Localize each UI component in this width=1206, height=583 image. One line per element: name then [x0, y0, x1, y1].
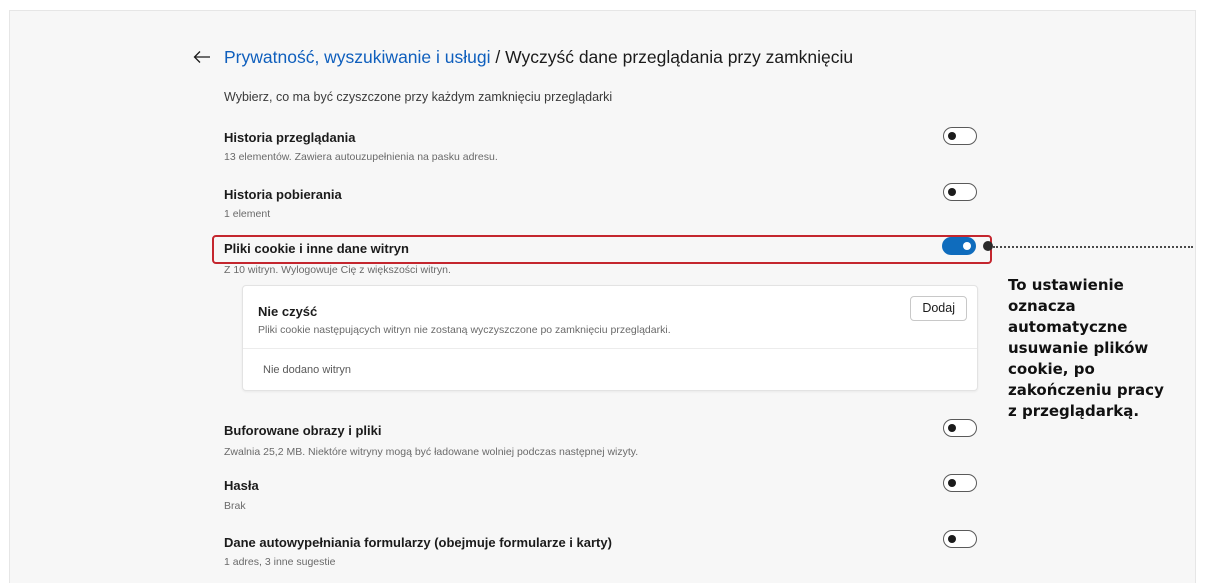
setting-title-autofill: Dane autowypełniania formularzy (obejmuj…	[224, 535, 612, 550]
breadcrumb: Prywatność, wyszukiwanie i usługi / Wycz…	[224, 47, 853, 68]
toggle-autofill[interactable]	[943, 530, 977, 548]
toggle-knob	[948, 478, 956, 487]
annotation-line: automatyczne	[1008, 318, 1128, 336]
exceptions-title: Nie czyść	[258, 304, 318, 319]
toggle-cached-images[interactable]	[943, 419, 977, 437]
setting-title-cookies: Pliki cookie i inne dane witryn	[224, 241, 409, 256]
toggle-knob	[963, 241, 971, 250]
setting-desc-browsing-history: 13 elementów. Zawiera autouzupełnienia n…	[224, 151, 498, 163]
annotation-line: usuwanie plików	[1008, 339, 1149, 357]
setting-desc-cached-images: Zwalnia 25,2 MB. Niektóre witryny mogą b…	[224, 446, 639, 458]
toggle-download-history[interactable]	[943, 183, 977, 201]
annotation-line: To ustawienie	[1008, 276, 1124, 294]
toggle-browsing-history[interactable]	[943, 127, 977, 145]
setting-title-browsing-history: Historia przeglądania	[224, 130, 356, 145]
setting-desc-cookies: Z 10 witryn. Wylogowuje Cię z większości…	[224, 264, 451, 276]
annotation-line: cookie, po	[1008, 360, 1095, 378]
connector-dot	[983, 241, 993, 251]
setting-desc-download-history: 1 element	[224, 208, 271, 220]
toggle-knob	[948, 534, 956, 543]
setting-desc-autofill: 1 adres, 3 inne sugestie	[224, 556, 336, 568]
annotation-line: oznacza	[1008, 297, 1076, 315]
exceptions-card: Nie czyść Pliki cookie następujących wit…	[242, 285, 978, 391]
breadcrumb-link-privacy[interactable]: Prywatność, wyszukiwanie i usługi	[224, 47, 491, 67]
toggle-knob	[948, 423, 956, 432]
toggle-cookies[interactable]	[942, 237, 976, 255]
connector-line	[993, 246, 1193, 248]
annotation-callout: To ustawienie oznacza automatyczne usuwa…	[1008, 275, 1196, 422]
breadcrumb-separator: /	[490, 47, 506, 67]
setting-title-cached-images: Buforowane obrazy i pliki	[224, 423, 382, 438]
back-button[interactable]	[191, 46, 213, 68]
page-title: Wyczyść dane przeglądania przy zamknięci…	[505, 47, 854, 67]
toggle-knob	[948, 131, 956, 140]
annotation-line: zakończeniu pracy	[1008, 381, 1164, 399]
page-intro: Wybierz, co ma być czyszczone przy każdy…	[224, 90, 613, 104]
arrow-left-icon	[193, 51, 210, 63]
exceptions-description: Pliki cookie następujących witryn nie zo…	[258, 324, 671, 336]
setting-title-passwords: Hasła	[224, 478, 259, 493]
toggle-passwords[interactable]	[943, 474, 977, 492]
add-site-button[interactable]: Dodaj	[910, 296, 967, 321]
setting-title-download-history: Historia pobierania	[224, 187, 342, 202]
annotation-line: z przeglądarką.	[1008, 402, 1140, 420]
exceptions-empty-text: Nie dodano witryn	[263, 364, 352, 376]
divider	[243, 348, 977, 349]
toggle-knob	[948, 187, 956, 196]
setting-desc-passwords: Brak	[224, 500, 246, 512]
